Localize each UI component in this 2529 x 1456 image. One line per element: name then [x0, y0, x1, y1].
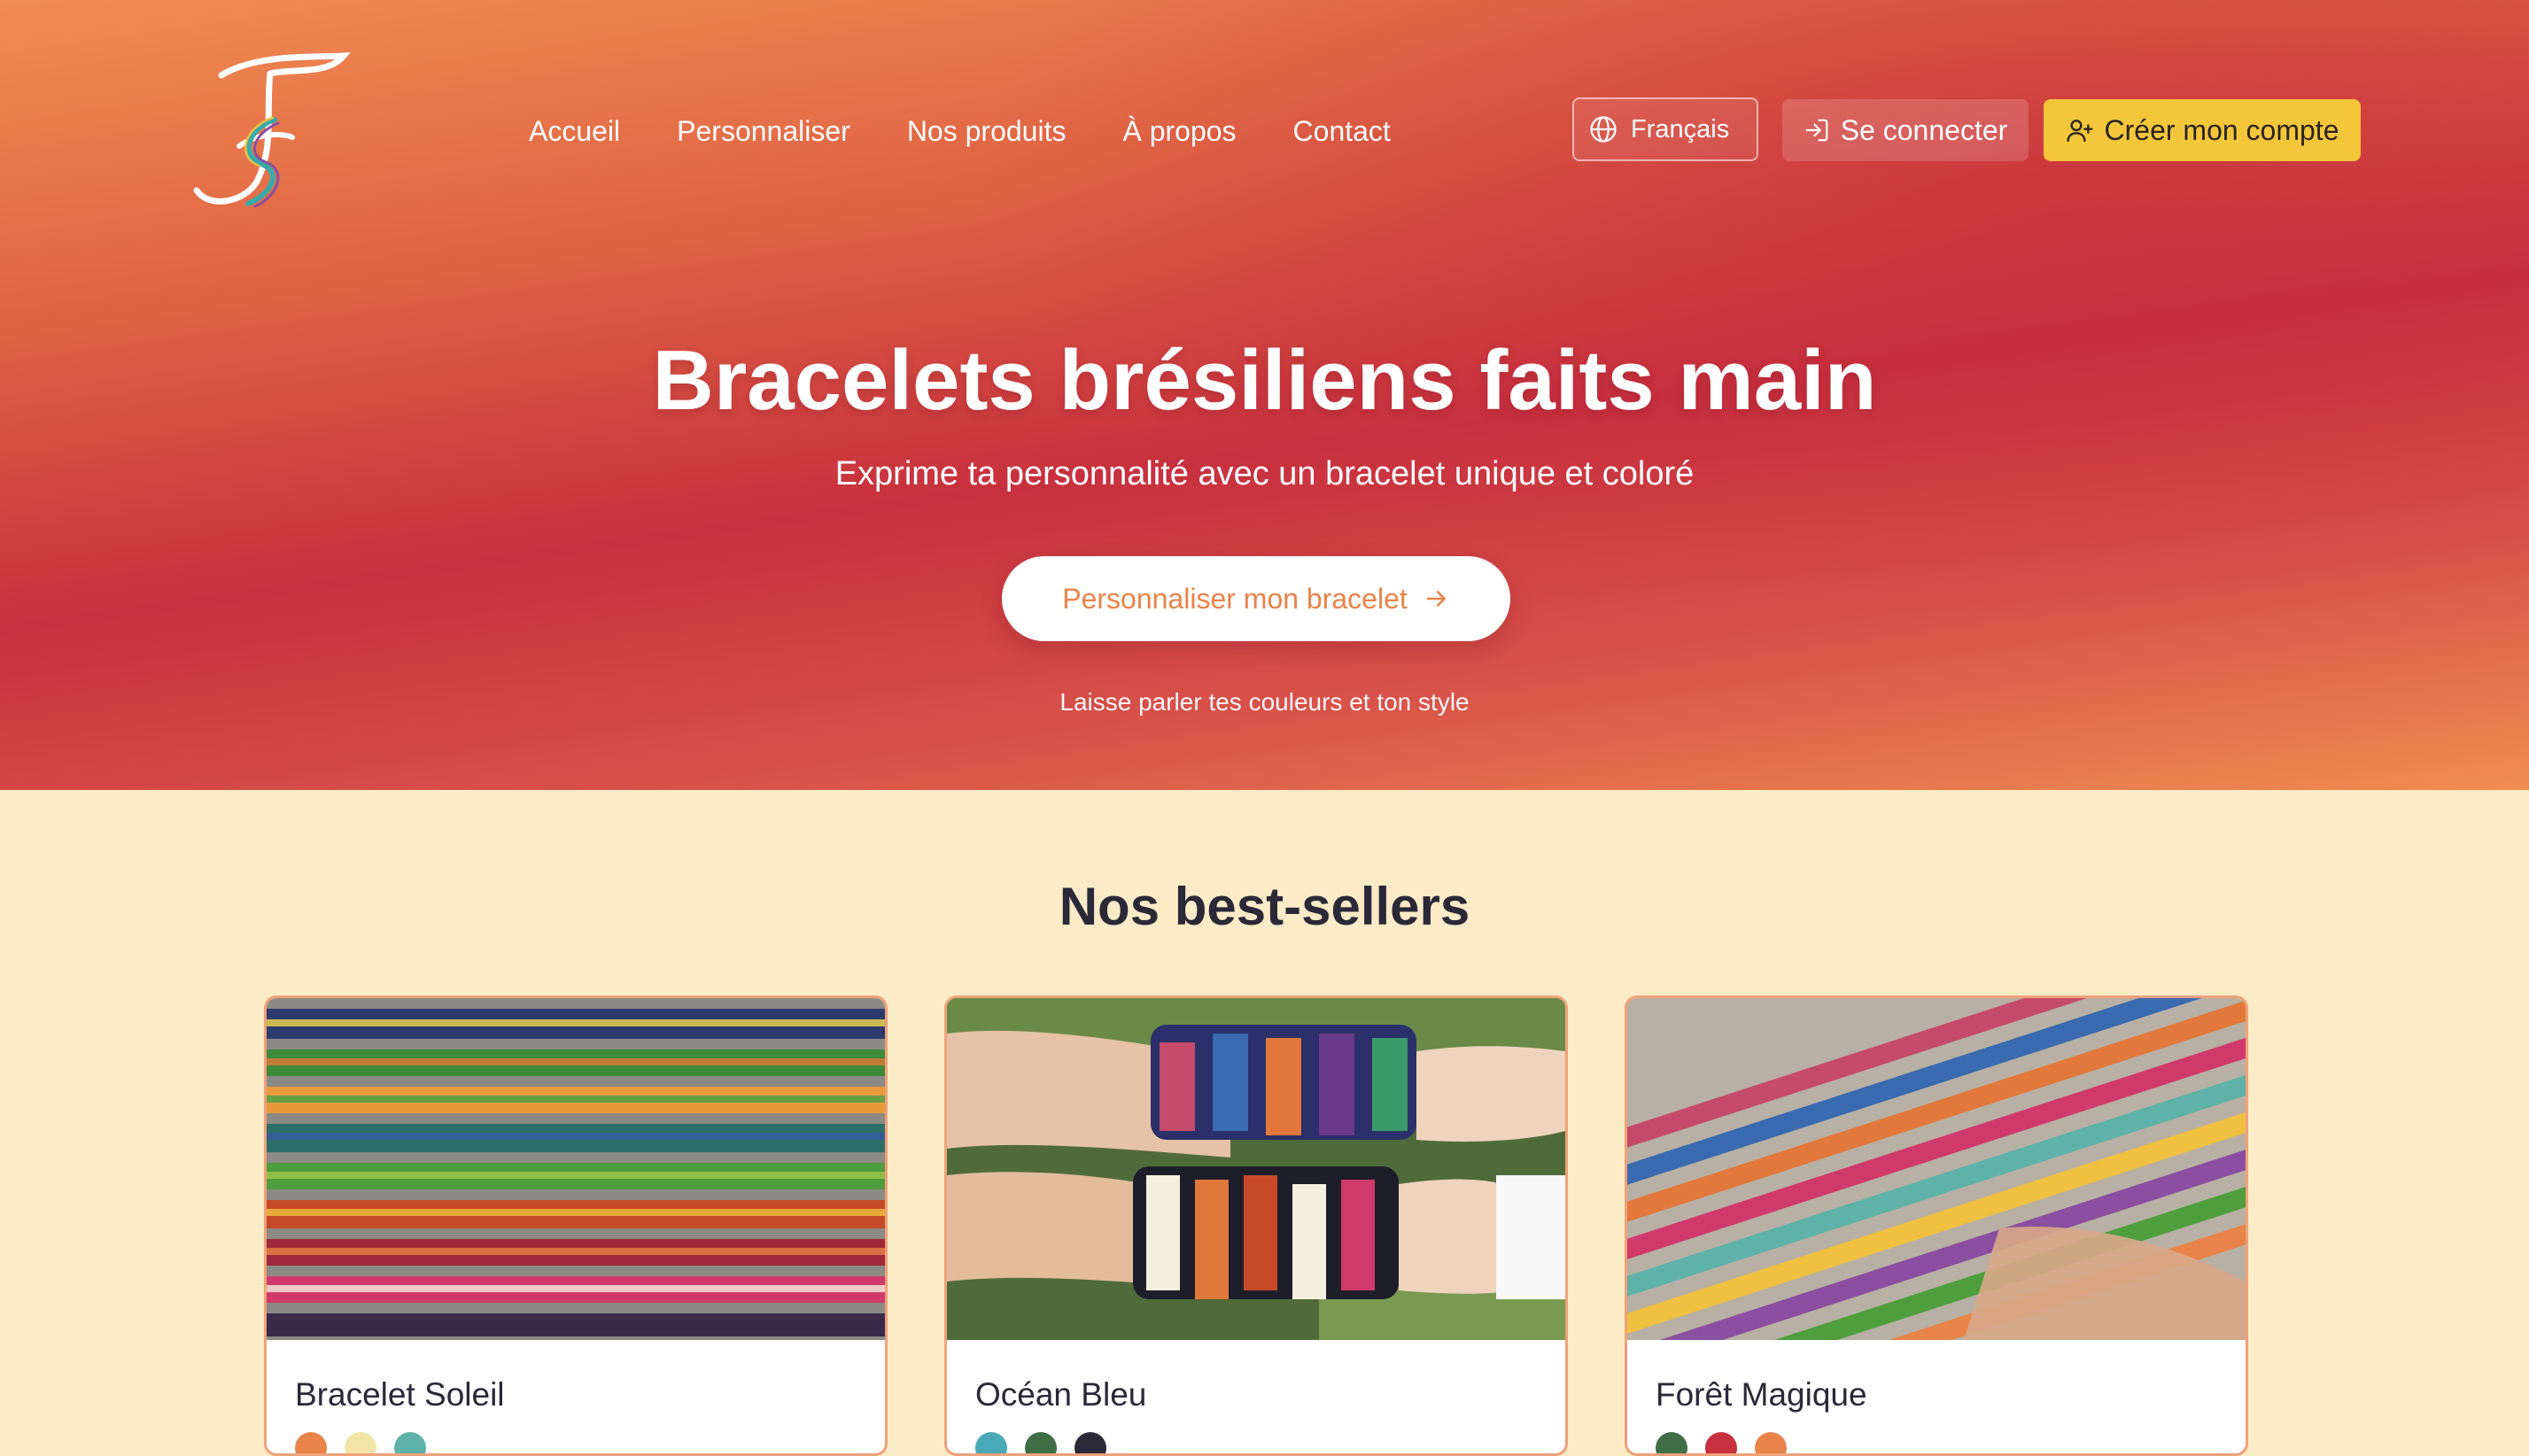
product-card[interactable]: Océan Bleu: [944, 995, 1568, 1456]
product-image: [947, 998, 1565, 1340]
globe-icon: [1590, 116, 1617, 143]
nav-a-propos[interactable]: À propos: [1122, 113, 1236, 149]
product-card[interactable]: Bracelet Soleil: [264, 995, 888, 1456]
nav-nos-produits[interactable]: Nos produits: [907, 113, 1067, 149]
color-swatch[interactable]: [1755, 1432, 1787, 1453]
product-name: Forêt Magique: [1656, 1376, 1867, 1413]
main-nav: Accueil Personnaliser Nos produits À pro…: [529, 113, 1391, 149]
user-plus-icon: [2066, 120, 2093, 143]
nav-contact[interactable]: Contact: [1293, 113, 1391, 149]
hero-tagline: Laisse parler tes couleurs et ton style: [1059, 688, 1470, 716]
product-name: Océan Bleu: [975, 1376, 1147, 1413]
color-swatches: [295, 1432, 426, 1453]
signup-label: Créer mon compte: [2104, 113, 2339, 146]
color-swatch[interactable]: [345, 1432, 376, 1453]
color-swatches: [975, 1432, 1106, 1453]
language-label: Français: [1631, 114, 1730, 143]
color-swatches: [1656, 1432, 1787, 1453]
color-swatch[interactable]: [1074, 1432, 1106, 1453]
nav-accueil[interactable]: Accueil: [529, 113, 620, 149]
login-label: Se connecter: [1840, 113, 2008, 146]
product-image: [1627, 998, 2246, 1340]
brand-logo[interactable]: [186, 49, 354, 213]
customize-cta-button[interactable]: Personnaliser mon bracelet: [1002, 556, 1510, 641]
language-selector[interactable]: Français: [1572, 97, 1758, 161]
color-swatch[interactable]: [1656, 1432, 1687, 1453]
hero-title: Bracelets brésiliens faits main: [652, 333, 1877, 428]
signup-button[interactable]: Créer mon compte: [2044, 99, 2361, 161]
hero-banner: Accueil Personnaliser Nos produits À pro…: [0, 0, 2529, 790]
color-swatch[interactable]: [1705, 1432, 1737, 1453]
color-swatch[interactable]: [295, 1432, 327, 1453]
hero-subtitle: Exprime ta personnalité avec un bracelet…: [834, 455, 1695, 492]
nav-personnaliser[interactable]: Personnaliser: [677, 113, 850, 149]
login-button[interactable]: Se connecter: [1782, 99, 2029, 161]
color-swatch[interactable]: [975, 1432, 1007, 1453]
product-name: Bracelet Soleil: [295, 1376, 505, 1413]
color-swatch[interactable]: [1025, 1432, 1057, 1453]
logo-f-icon: [193, 51, 351, 208]
color-swatch[interactable]: [394, 1432, 426, 1453]
product-card[interactable]: Forêt Magique: [1625, 995, 2248, 1456]
log-in-icon: [1805, 119, 1828, 142]
arrow-right-icon: [1426, 591, 1446, 607]
product-image: [267, 998, 885, 1340]
cta-label: Personnaliser mon bracelet: [1062, 582, 1408, 615]
bestsellers-title: Nos best-sellers: [1059, 877, 1470, 936]
